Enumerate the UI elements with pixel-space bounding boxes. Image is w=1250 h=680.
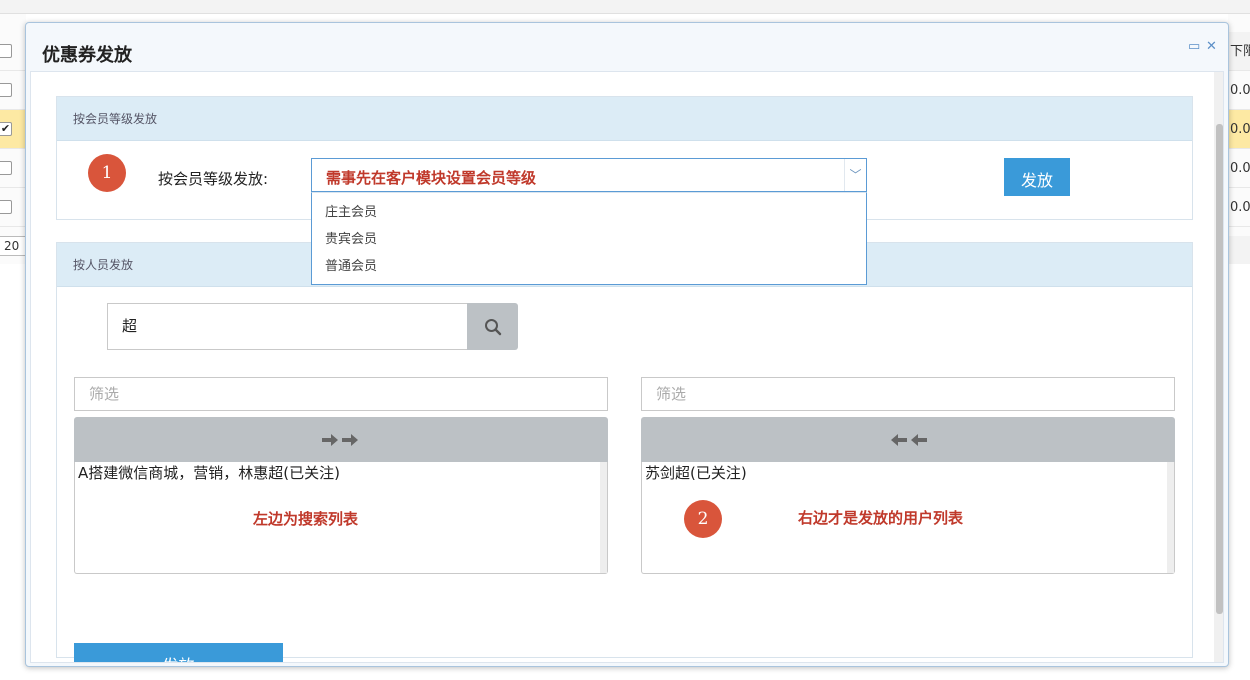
search-icon <box>484 318 501 335</box>
close-icon[interactable]: ✕ <box>1206 39 1217 54</box>
double-arrow-left-icon <box>891 433 927 446</box>
row-checkbox[interactable] <box>0 83 12 97</box>
level-label: 按会员等级发放: <box>158 170 269 188</box>
left-list-scrollbar[interactable] <box>600 462 607 573</box>
background-row <box>0 188 26 227</box>
row-checkbox-checked[interactable]: ✔ <box>0 122 12 136</box>
dropdown-option[interactable]: 普通会员 <box>312 253 866 280</box>
double-arrow-right-icon <box>322 433 358 446</box>
scroll-thumb[interactable] <box>1216 124 1223 614</box>
left-filter-input[interactable]: 筛选 <box>74 377 608 411</box>
issue-user-list: 苏剑超(已关注) 2 右边才是发放的用户列表 <box>641 462 1175 574</box>
dialog-body: 按会员等级发放 1 按会员等级发放: 需事先在客户模块设置会员等级 ﹀ 庄主会员… <box>30 71 1224 663</box>
background-row <box>0 149 26 188</box>
left-list-note: 左边为搜索列表 <box>253 510 359 528</box>
step-badge: 2 <box>684 500 722 538</box>
member-search: 超 <box>107 303 519 350</box>
row-checkbox[interactable] <box>0 161 12 175</box>
move-right-button[interactable] <box>74 417 608 462</box>
table-cell: 0.00 <box>1228 71 1250 110</box>
search-input[interactable]: 超 <box>107 303 468 350</box>
dropdown-option[interactable]: 贵宾会员 <box>312 226 866 253</box>
column-header: 下限 <box>1228 32 1250 71</box>
background-row-selected: ✔ <box>0 110 26 149</box>
dialog-title: 优惠券发放 <box>42 45 132 66</box>
right-list-scrollbar[interactable] <box>1167 462 1174 573</box>
background-row <box>0 71 26 110</box>
coupon-dialog: 优惠券发放 ▭ ✕ 按会员等级发放 1 按会员等级发放: 需事先在客户模块设置会… <box>25 22 1229 667</box>
issue-by-person-button[interactable]: 发放 <box>74 643 283 662</box>
background-pager-bar <box>1228 236 1250 264</box>
member-level-dropdown: 庄主会员 贵宾会员 普通会员 <box>311 192 867 285</box>
table-cell: 0.00 <box>1228 149 1250 188</box>
maximize-icon[interactable]: ▭ <box>1188 39 1200 54</box>
table-cell: 0.00 <box>1228 110 1250 149</box>
person-section: 按人员发放 超 筛选 A搭建微信商城，营销，林惠超(已关注) 左边为搜索列表 筛… <box>56 242 1193 658</box>
right-filter-input[interactable]: 筛选 <box>641 377 1175 411</box>
search-result-list: A搭建微信商城，营销，林惠超(已关注) 左边为搜索列表 <box>74 462 608 574</box>
search-button[interactable] <box>467 303 518 350</box>
background-checkbox-column: ✔ <box>0 14 26 264</box>
dialog-header: 优惠券发放 ▭ ✕ <box>26 23 1228 75</box>
level-section: 按会员等级发放 1 按会员等级发放: 需事先在客户模块设置会员等级 ﹀ 庄主会员… <box>56 96 1193 285</box>
member-level-select[interactable]: 需事先在客户模块设置会员等级 ﹀ <box>311 158 867 192</box>
dialog-scrollbar[interactable] <box>1214 72 1223 662</box>
list-item[interactable]: A搭建微信商城，营销，林惠超(已关注) <box>78 462 340 483</box>
chevron-down-icon[interactable]: ﹀ <box>844 159 866 191</box>
dropdown-option[interactable]: 庄主会员 <box>312 199 866 226</box>
list-item[interactable]: 苏剑超(已关注) <box>645 462 747 483</box>
page-size-select[interactable]: 20 <box>0 236 26 256</box>
move-left-button[interactable] <box>641 417 1175 462</box>
background-row <box>0 32 26 71</box>
row-checkbox[interactable] <box>0 200 12 214</box>
background-right-column: 下限 0.00 0.00 0.00 0.00 <box>1228 14 1250 264</box>
select-value: 需事先在客户模块设置会员等级 <box>326 169 537 187</box>
issue-by-level-button[interactable]: 发放 <box>1004 158 1070 196</box>
background-toolbar <box>0 0 1250 14</box>
table-cell: 0.00 <box>1228 188 1250 227</box>
right-list-note: 右边才是发放的用户列表 <box>798 509 964 527</box>
level-section-header: 按会员等级发放 <box>57 97 1192 141</box>
step-badge: 1 <box>88 154 126 192</box>
row-checkbox[interactable] <box>0 44 12 58</box>
